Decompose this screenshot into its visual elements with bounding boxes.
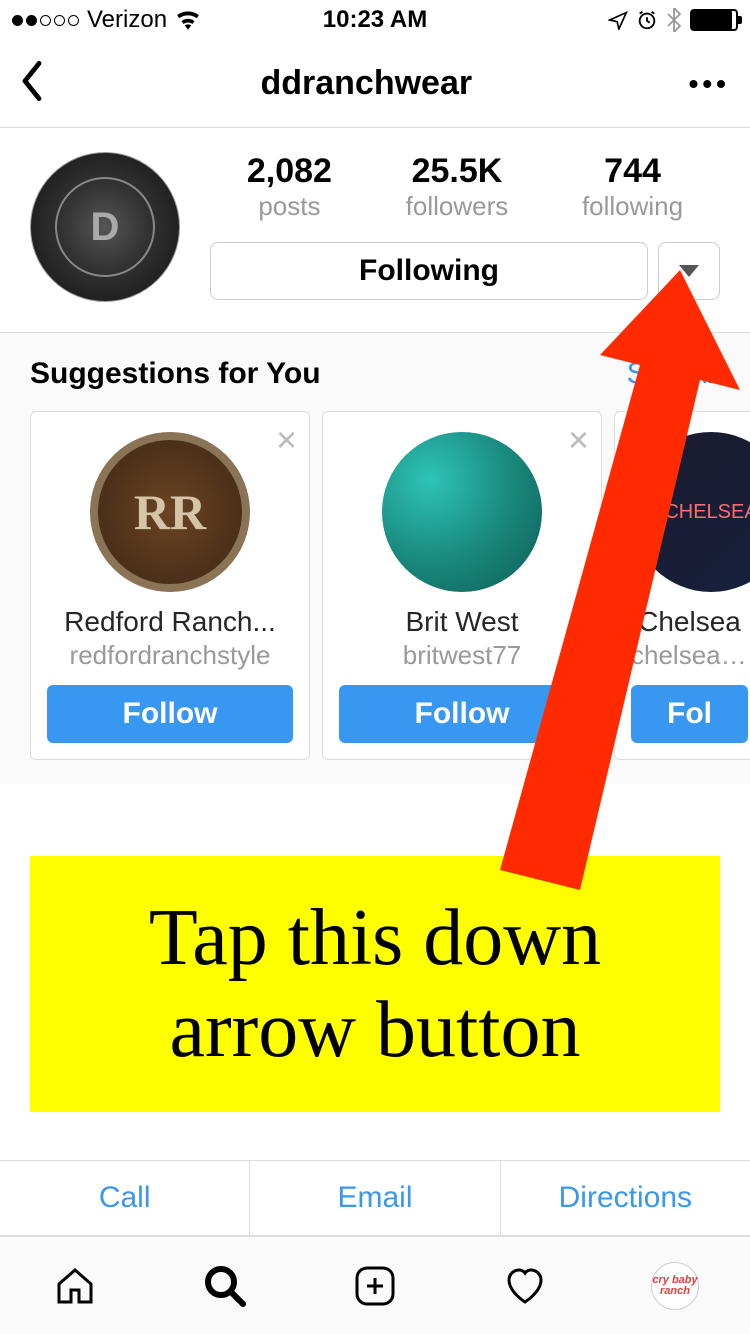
suggestion-username: britwest77 xyxy=(339,640,585,671)
tab-profile[interactable]: cry baby ranch xyxy=(600,1237,750,1334)
suggestion-name: Brit West xyxy=(339,606,585,638)
page-title: ddranchwear xyxy=(260,64,472,103)
suggestion-card: × Brit West britwest77 Follow xyxy=(322,411,602,760)
suggestions-carousel[interactable]: × RR Redford Ranch... redfordranchstyle … xyxy=(30,411,750,760)
suggestion-avatar[interactable]: CHELSEA xyxy=(631,432,750,592)
follow-button[interactable]: Follow xyxy=(339,685,585,743)
directions-button[interactable]: Directions xyxy=(501,1161,750,1235)
more-options-button[interactable]: ••• xyxy=(689,68,730,100)
followers-label: followers xyxy=(406,191,509,222)
posts-count: 2,082 xyxy=(247,152,332,191)
following-stat[interactable]: 744 following xyxy=(582,152,683,222)
posts-label: posts xyxy=(247,191,332,222)
close-icon[interactable]: × xyxy=(568,422,589,458)
alarm-icon xyxy=(636,9,658,31)
status-right xyxy=(608,8,738,32)
heart-icon xyxy=(501,1262,549,1310)
suggestions-section: Suggestions for You See All × RR Redford… xyxy=(0,332,750,784)
tab-home[interactable] xyxy=(0,1237,150,1334)
suggestion-avatar[interactable] xyxy=(382,432,542,592)
profile-header: D 2,082 posts 25.5K followers 744 follow… xyxy=(0,128,750,332)
avatar-logo: D xyxy=(55,177,155,277)
nav-bar: ddranchwear ••• xyxy=(0,40,750,128)
signal-strength-icon xyxy=(12,15,79,26)
back-button[interactable] xyxy=(20,61,44,106)
see-all-link[interactable]: See All xyxy=(627,357,720,391)
tab-search[interactable] xyxy=(150,1237,300,1334)
following-button[interactable]: Following xyxy=(210,242,648,300)
profile-avatar-icon: cry baby ranch xyxy=(651,1262,699,1310)
search-icon xyxy=(201,1262,249,1310)
suggestion-username: chelseaco xyxy=(631,640,748,671)
follow-button[interactable]: Fol xyxy=(631,685,748,743)
location-icon xyxy=(608,10,628,30)
status-left: Verizon xyxy=(12,6,201,34)
tab-new-post[interactable] xyxy=(300,1237,450,1334)
wifi-icon xyxy=(175,10,201,30)
following-label: following xyxy=(582,191,683,222)
follow-button[interactable]: Follow xyxy=(47,685,293,743)
call-button[interactable]: Call xyxy=(0,1161,250,1235)
followers-stat[interactable]: 25.5K followers xyxy=(406,152,509,222)
suggestions-dropdown-button[interactable] xyxy=(658,242,720,300)
carrier-label: Verizon xyxy=(87,6,167,34)
suggestion-card: × RR Redford Ranch... redfordranchstyle … xyxy=(30,411,310,760)
tab-activity[interactable] xyxy=(450,1237,600,1334)
tab-bar: cry baby ranch xyxy=(0,1236,750,1334)
followers-count: 25.5K xyxy=(406,152,509,191)
home-icon xyxy=(51,1262,99,1310)
close-icon[interactable]: × xyxy=(276,422,297,458)
suggestion-name: Redford Ranch... xyxy=(47,606,293,638)
suggestions-title: Suggestions for You xyxy=(30,357,321,391)
bluetooth-icon xyxy=(666,8,682,32)
email-button[interactable]: Email xyxy=(250,1161,500,1235)
status-bar: Verizon 10:23 AM xyxy=(0,0,750,40)
chevron-down-icon xyxy=(679,265,699,277)
suggestion-card: CHELSEA Chelsea chelseaco Fol xyxy=(614,411,750,760)
annotation-callout: Tap this down arrow button xyxy=(30,856,720,1112)
profile-stats: 2,082 posts 25.5K followers 744 followin… xyxy=(210,152,720,222)
suggestion-username: redfordranchstyle xyxy=(47,640,293,671)
status-time: 10:23 AM xyxy=(323,6,427,34)
profile-avatar[interactable]: D xyxy=(30,152,180,302)
posts-stat[interactable]: 2,082 posts xyxy=(247,152,332,222)
suggestion-name: Chelsea xyxy=(631,606,748,638)
battery-icon xyxy=(690,9,738,31)
suggestion-avatar[interactable]: RR xyxy=(90,432,250,592)
contact-bar: Call Email Directions xyxy=(0,1160,750,1236)
plus-square-icon xyxy=(351,1262,399,1310)
following-count: 744 xyxy=(582,152,683,191)
